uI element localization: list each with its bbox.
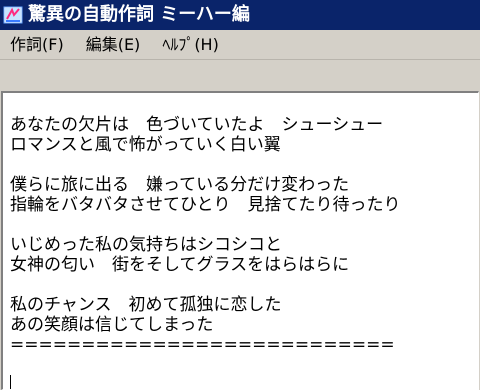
editor-content: あなたの欠片は 色づいていたよ シューシュー ロマンスと風で怖がっていく白い翼 … (10, 115, 470, 355)
menu-help[interactable]: ﾍﾙﾌﾟ(H) (162, 30, 219, 60)
app-icon[interactable] (3, 5, 23, 25)
lyric-line: あなたの欠片は 色づいていたよ シューシュー (10, 115, 384, 135)
lyric-line: ロマンスと風で怖がっていく白い翼 (10, 135, 281, 155)
menu-bar: 作詞(F) 編集(E) ﾍﾙﾌﾟ(H) (0, 30, 480, 60)
title-bar[interactable]: 驚異の自動作詞 ミーハー編 (0, 0, 480, 30)
lyric-blank-line (10, 155, 470, 175)
lyric-line: 僕らに旅に出る 嫌っている分だけ変わった (10, 175, 350, 195)
menu-edit[interactable]: 編集(E) (86, 30, 141, 60)
lyric-blank-line (10, 215, 470, 235)
lyric-blank-line (10, 275, 470, 295)
lyric-line: いじめった私の気持ちはシコシコと (10, 235, 282, 255)
lyrics-text-area[interactable]: あなたの欠片は 色づいていたよ シューシュー ロマンスと風で怖がっていく白い翼 … (1, 91, 479, 390)
separator-line: =========================== (10, 335, 395, 355)
toolbar-area (0, 61, 480, 91)
lyric-line: 私のチャンス 初めて孤独に恋した (10, 295, 282, 315)
lyric-line: 女神の匂い 街をそしてグラスをはらはらに (10, 255, 350, 275)
lyric-line: 指輪をバタバタさせてひとり 見捨てたり待ったり (10, 195, 401, 215)
menu-lyrics[interactable]: 作詞(F) (10, 30, 64, 60)
text-cursor (10, 375, 11, 389)
window-title: 驚異の自動作詞 ミーハー編 (28, 4, 250, 25)
lyric-line: あの笑顔は信じてしまった (10, 315, 214, 335)
app-window: 驚異の自動作詞 ミーハー編 作詞(F) 編集(E) ﾍﾙﾌﾟ(H) あなたの欠片… (0, 0, 480, 390)
